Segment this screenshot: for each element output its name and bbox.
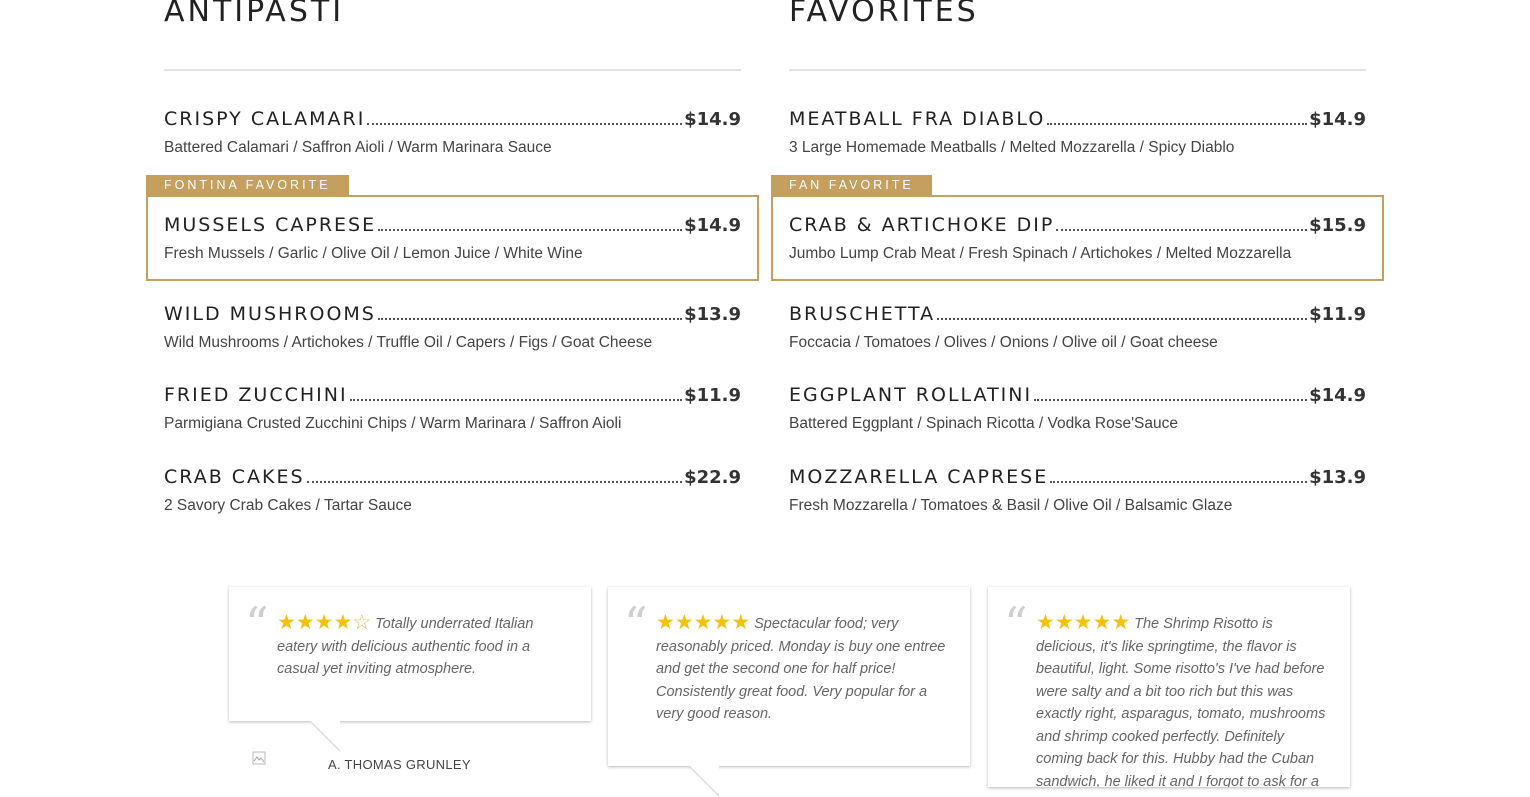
menu-item-price: $13.9 <box>1309 467 1366 488</box>
menu-item: MUSSELS CAPRESE $14.9 Fresh Mussels / Gar… <box>164 212 741 263</box>
menu-item: WILD MUSHROOMS $13.9 Wild Mushrooms / Art… <box>164 301 741 352</box>
review-card: “ ★★★★★ Spectacular food; very reasonably… <box>608 587 970 797</box>
menu-item-name: MOZZARELLA CAPRESE <box>789 466 1049 488</box>
menu-item: CRAB & ARTICHOKE DIP $15.9 Jumbo Lump Cra… <box>789 212 1366 263</box>
dot-leader <box>378 229 683 231</box>
menu-item-price: $15.9 <box>1309 215 1366 236</box>
review-card: “ ★★★★☆ Totally underrated Italian eatery… <box>229 587 591 752</box>
menu-item-name: MEATBALL FRA DIABLO <box>789 108 1046 130</box>
open-quote-icon: “ <box>245 597 269 651</box>
menu-item-price: $14.9 <box>684 109 741 130</box>
speech-tail <box>689 765 719 795</box>
dot-leader <box>1034 399 1308 401</box>
menu-item-price: $14.9 <box>1309 385 1366 406</box>
review-text-block: ★★★★★ The Shrimp Risotto is delicious, it… <box>1036 611 1330 787</box>
star-empty-icon: ☆ <box>352 611 372 634</box>
menu-item-description: Jumbo Lump Crab Meat / Fresh Spinach / A… <box>789 245 1292 262</box>
open-quote-icon: “ <box>1004 597 1028 651</box>
star-icon: ★ <box>1111 611 1131 634</box>
review-text-block: ★★★★★ Spectacular food; very reasonably p… <box>656 611 950 726</box>
menu-item: FRIED ZUCCHINI $11.9 Parmigiana Crusted Z… <box>164 382 741 433</box>
star-icon: ★ <box>333 611 353 634</box>
menu-item-description: Foccacia / Tomatoes / Olives / Onions / … <box>789 334 1218 351</box>
menu-item-price: $14.9 <box>684 215 741 236</box>
menu-item-name: MUSSELS CAPRESE <box>164 214 377 236</box>
dot-leader <box>377 318 683 320</box>
star-icon: ★ <box>693 611 713 634</box>
menu-item-name: CRAB & ARTICHOKE DIP <box>789 214 1055 236</box>
menu-item-name: BRUSCHETTA <box>789 303 936 325</box>
menu-item-description: Wild Mushrooms / Artichokes / Truffle Oi… <box>164 334 653 351</box>
menu-item: CRISPY CALAMARI $14.9 Battered Calamari /… <box>164 106 741 157</box>
review-text: The Shrimp Risotto is delicious, it's li… <box>1036 616 1326 787</box>
menu-item-description: 2 Savory Crab Cakes / Tartar Sauce <box>164 497 412 514</box>
menu-item: CRAB CAKES $22.9 2 Savory Crab Cakes / Ta… <box>164 464 741 515</box>
menu-item-description: 3 Large Homemade Meatballs / Melted Mozz… <box>789 139 1235 156</box>
star-icon: ★ <box>712 611 732 634</box>
menu-item-description: Fresh Mozzarella / Tomatoes & Basil / Ol… <box>789 497 1233 514</box>
star-icon: ★ <box>314 611 334 634</box>
menu-item-name: WILD MUSHROOMS <box>164 303 376 325</box>
review-card: “ ★★★★★ The Shrimp Risotto is delicious, … <box>988 587 1350 787</box>
menu-item-price: $13.9 <box>684 304 741 325</box>
dot-leader <box>367 123 683 125</box>
favorites-heading: FAVORITES <box>789 0 979 29</box>
dot-leader <box>349 399 683 401</box>
star-rating: ★★★★☆ <box>277 611 371 634</box>
star-rating: ★★★★★ <box>1036 611 1130 634</box>
star-icon: ★ <box>277 611 296 634</box>
menu-item-name: CRISPY CALAMARI <box>164 108 366 130</box>
menu-item-price: $14.9 <box>1309 109 1366 130</box>
star-icon: ★ <box>295 611 315 634</box>
divider <box>789 69 1366 71</box>
dot-leader <box>1050 481 1308 483</box>
speech-tail <box>310 720 340 750</box>
menu-item-name: CRAB CAKES <box>164 466 305 488</box>
star-icon: ★ <box>1073 611 1093 634</box>
broken-image-icon <box>252 751 266 765</box>
menu-item-price: $11.9 <box>1309 304 1366 325</box>
star-icon: ★ <box>1054 611 1074 634</box>
star-rating: ★★★★★ <box>656 611 750 634</box>
star-icon: ★ <box>656 611 675 634</box>
menu-item: EGGPLANT ROLLATINI $14.9 Battered Eggplan… <box>789 382 1366 433</box>
menu-item: MEATBALL FRA DIABLO $14.9 3 Large Homemad… <box>789 106 1366 157</box>
star-icon: ★ <box>731 611 751 634</box>
review-author: A. THOMAS GRUNLEY <box>328 757 471 772</box>
menu-item: BRUSCHETTA $11.9 Foccacia / Tomatoes / Ol… <box>789 301 1366 352</box>
menu-item-price: $22.9 <box>684 467 741 488</box>
dot-leader <box>1047 123 1308 125</box>
menu-item-description: Fresh Mussels / Garlic / Olive Oil / Lem… <box>164 245 583 262</box>
menu-item-name: FRIED ZUCCHINI <box>164 384 348 406</box>
dot-leader <box>1056 229 1308 231</box>
star-icon: ★ <box>674 611 694 634</box>
open-quote-icon: “ <box>624 597 648 651</box>
menu-item-description: Parmigiana Crusted Zucchini Chips / Warm… <box>164 415 622 432</box>
divider <box>164 69 741 71</box>
star-icon: ★ <box>1092 611 1112 634</box>
favorite-tag: FAN FAVORITE <box>771 175 932 196</box>
dot-leader <box>306 481 683 483</box>
star-icon: ★ <box>1036 611 1055 634</box>
dot-leader <box>937 318 1308 320</box>
review-text-block: ★★★★☆ Totally underrated Italian eatery w… <box>277 611 571 681</box>
favorite-tag: FONTINA FAVORITE <box>146 175 349 196</box>
menu-item-description: Battered Calamari / Saffron Aioli / Warm… <box>164 139 552 156</box>
menu-item-price: $11.9 <box>684 385 741 406</box>
menu-item-description: Battered Eggplant / Spinach Ricotta / Vo… <box>789 415 1178 432</box>
antipasti-heading: ANTIPASTI <box>164 0 345 29</box>
menu-item-name: EGGPLANT ROLLATINI <box>789 384 1033 406</box>
avatar <box>252 750 266 765</box>
menu-item: MOZZARELLA CAPRESE $13.9 Fresh Mozzarella… <box>789 464 1366 515</box>
